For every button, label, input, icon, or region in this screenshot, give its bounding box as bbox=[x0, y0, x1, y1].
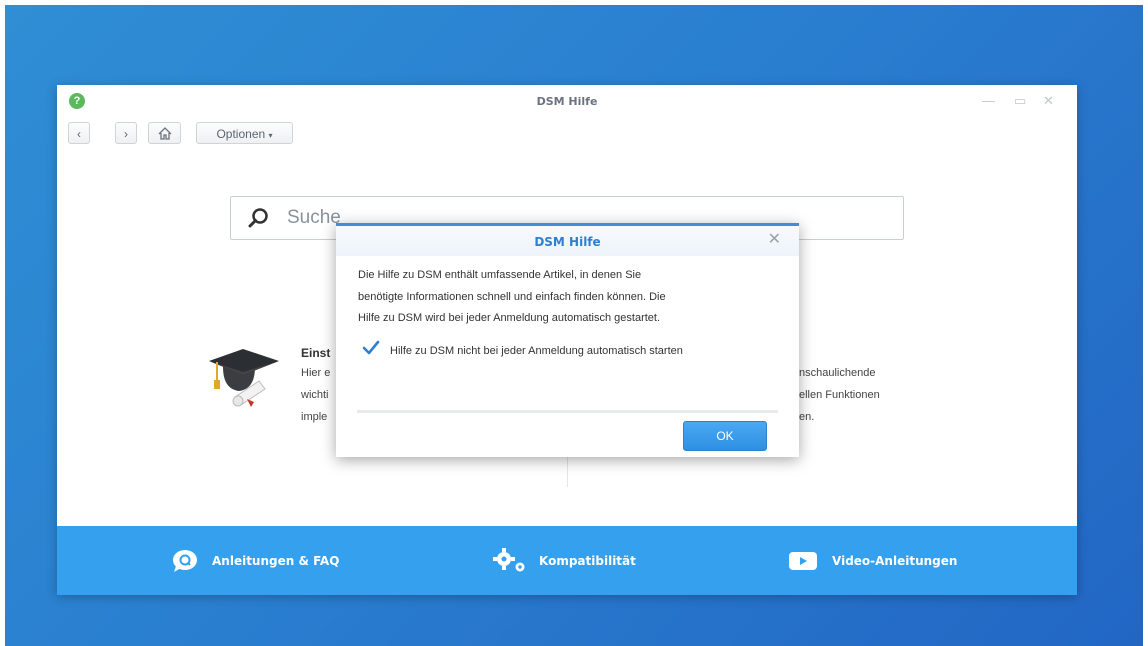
checkbox-checked-icon[interactable] bbox=[362, 340, 380, 356]
search-input[interactable]: Suche bbox=[287, 207, 341, 229]
home-icon bbox=[158, 127, 171, 140]
dialog-text-line: benötigte Informationen schnell und einf… bbox=[358, 291, 666, 303]
video-play-icon bbox=[789, 551, 817, 570]
card-text-left: Hier e bbox=[301, 367, 331, 379]
dialog-text-line: Die Hilfe zu DSM enthält umfassende Arti… bbox=[358, 269, 642, 281]
checkbox-label[interactable]: Hilfe zu DSM nicht bei jeder Anmeldung a… bbox=[390, 345, 683, 357]
search-icon bbox=[248, 208, 268, 228]
gears-icon bbox=[493, 547, 525, 571]
options-button[interactable]: Optionen ▾ bbox=[196, 122, 293, 144]
back-button[interactable]: ‹ bbox=[68, 122, 90, 144]
home-button[interactable] bbox=[148, 122, 181, 144]
dialog-title: DSM Hilfe bbox=[534, 235, 601, 249]
forward-button[interactable]: › bbox=[115, 122, 137, 144]
dialog-divider bbox=[357, 410, 778, 413]
minimize-icon[interactable]: — bbox=[982, 93, 995, 109]
ok-button[interactable]: OK bbox=[683, 421, 767, 451]
footer-bar: Anleitungen & FAQ Kompatibilität Video-A… bbox=[57, 526, 1077, 595]
close-icon[interactable]: ✕ bbox=[1043, 93, 1054, 109]
help-dialog: DSM Hilfe ✕ Die Hilfe zu DSM enthält umf… bbox=[336, 223, 799, 457]
window-title: DSM Hilfe bbox=[536, 95, 598, 108]
chevron-right-icon: › bbox=[124, 127, 128, 141]
video-label: Video-Anleitungen bbox=[832, 553, 958, 568]
dialog-text-line: Hilfe zu DSM wird bei jeder Anmeldung au… bbox=[358, 312, 661, 324]
caret-down-icon: ▾ bbox=[268, 131, 273, 140]
card-text-left: imple bbox=[301, 411, 328, 423]
compatibility-label: Kompatibilität bbox=[539, 553, 636, 568]
faq-link[interactable]: Anleitungen & FAQ bbox=[172, 526, 339, 595]
card-title-left: Einst bbox=[301, 346, 331, 360]
graduation-cap-icon bbox=[209, 349, 279, 407]
chevron-left-icon: ‹ bbox=[77, 127, 81, 141]
dialog-close-icon[interactable]: ✕ bbox=[768, 232, 781, 248]
dialog-header: DSM Hilfe ✕ bbox=[336, 226, 799, 256]
card-text-left: wichti bbox=[301, 389, 329, 401]
maximize-icon[interactable]: ▭ bbox=[1014, 93, 1026, 109]
card-text-right: nschaulichende bbox=[799, 367, 876, 379]
card-text-right: ellen Funktionen bbox=[799, 389, 880, 401]
chat-bubble-icon bbox=[173, 549, 197, 572]
compatibility-link[interactable]: Kompatibilität bbox=[493, 526, 636, 595]
help-icon: ? bbox=[69, 93, 85, 109]
video-link[interactable]: Video-Anleitungen bbox=[788, 526, 957, 595]
faq-label: Anleitungen & FAQ bbox=[212, 553, 340, 568]
options-label: Optionen bbox=[216, 127, 266, 141]
card-text-right: en. bbox=[799, 411, 815, 423]
